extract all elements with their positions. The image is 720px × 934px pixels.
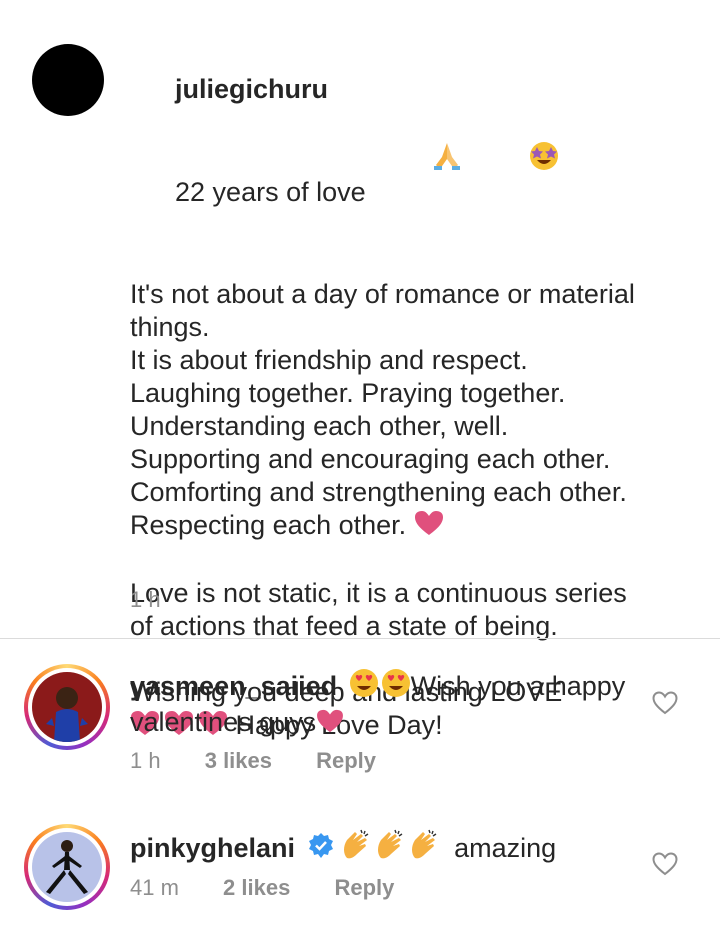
caption-time: 1 h [130,587,161,612]
comment-body: pinkyghelani amazing [130,828,650,868]
heart-eyes-icon [349,668,379,706]
comment-time: 1 h [130,748,161,773]
heart-outline-icon[interactable] [652,691,678,715]
verified-badge-icon [307,832,335,868]
comment-meta: 1 h 3 likes Reply [130,748,414,774]
heart-icon [316,708,344,741]
caption-comment: juliegichuru 22 years of love It's not a… [0,0,720,740]
caption-line: Supporting and encouraging each other. [130,444,611,474]
caption-line: Comforting and strengthening each other. [130,477,627,507]
caption-line: Respecting each other. [130,510,407,540]
caption-line: Laughing together. Praying together. [130,378,566,408]
avatar-photo [32,832,102,902]
comment-text: Wish you a happy [410,671,626,701]
avatar-photo [32,672,102,742]
heart-eyes-icon [381,668,411,706]
star-struck-icon [468,106,560,212]
comment-text: valentines guys [130,707,317,737]
caption-headline: 22 years of love [175,177,366,207]
avatar[interactable] [24,664,110,750]
clapping-hands-icon [339,828,373,868]
praying-hands-icon [370,108,464,212]
caption-username[interactable]: juliegichuru [175,74,328,104]
comment-body: yasmeen_saiied Wish you a happy valentin… [130,668,650,741]
comment-time: 41 m [130,875,179,900]
comment-username[interactable]: yasmeen_saiied [130,671,337,701]
heart-outline-icon[interactable] [652,852,678,876]
heart-icon [414,510,444,544]
clapping-hands-icon [373,828,407,868]
comment-meta: 41 m 2 likes Reply [130,875,432,901]
caption-line: things. [130,312,210,342]
comment-text: amazing [454,833,557,863]
avatar[interactable] [32,44,104,116]
caption-line: Understanding each other, well. [130,411,509,441]
caption-line: It is about friendship and respect. [130,345,528,375]
caption-meta: 1 h [130,587,199,613]
clapping-hands-icon [407,828,441,868]
caption-line: It's not about a day of romance or mater… [130,279,635,309]
caption-line: Love is not static, it is a continuous s… [130,578,627,608]
reply-button[interactable]: Reply [334,875,394,900]
avatar[interactable] [24,824,110,910]
comment-likes[interactable]: 2 likes [223,875,290,900]
comment-username[interactable]: pinkyghelani [130,833,295,863]
reply-button[interactable]: Reply [316,748,376,773]
comment-likes[interactable]: 3 likes [205,748,272,773]
divider [0,638,720,639]
